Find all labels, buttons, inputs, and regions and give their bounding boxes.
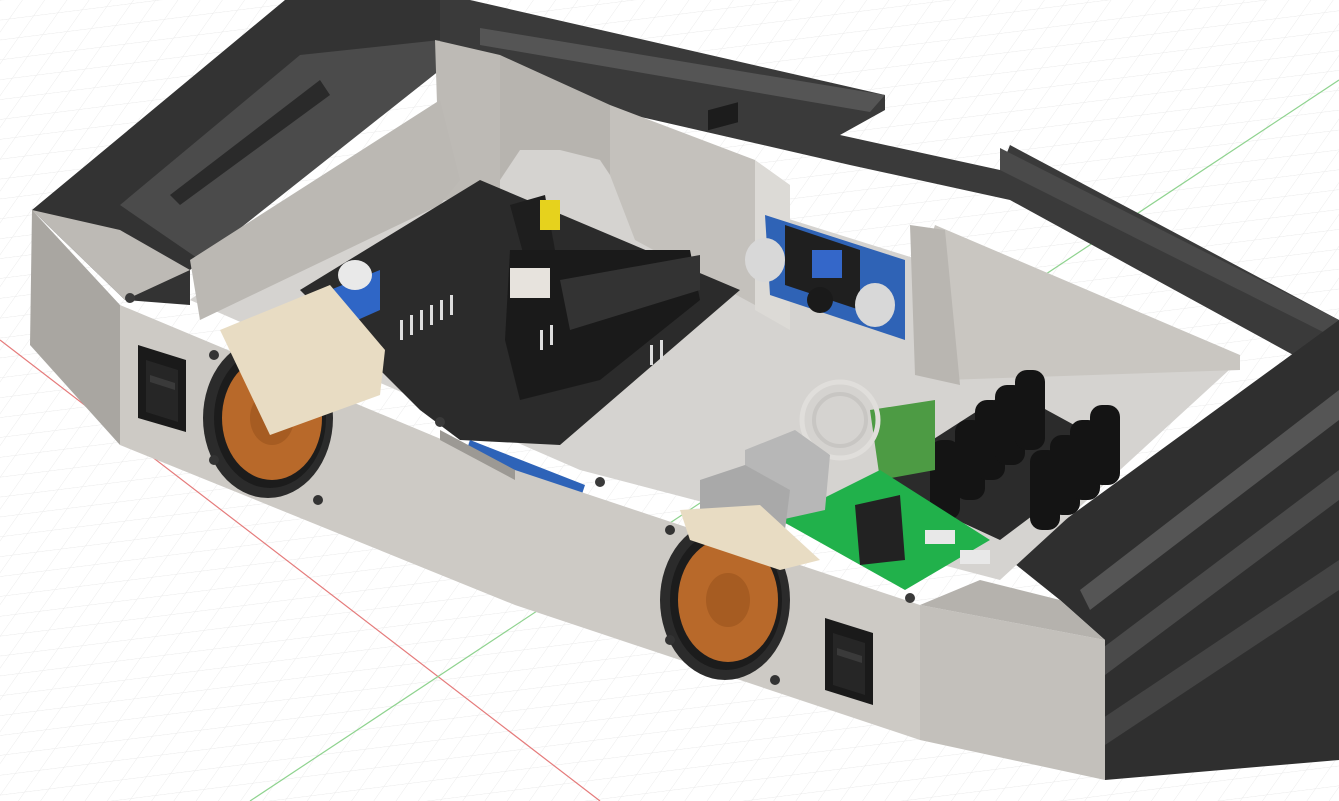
cad-canvas[interactable] [0,0,1339,801]
relay [510,268,550,298]
rocker-switch-icon-2 [833,633,865,695]
capacitor [338,260,372,290]
potentiometer [812,250,842,278]
fuse [540,200,560,230]
cad-viewport[interactable] [0,0,1339,801]
micro-usb-port [925,530,955,544]
ribbon-connector [855,495,905,565]
rocker-switch-left[interactable] [138,345,186,432]
rocker-switch-right[interactable] [825,618,873,705]
terminal-block-green [870,400,935,480]
rocker-switch-icon [146,360,178,422]
micro-usb-port-2 [960,550,990,564]
